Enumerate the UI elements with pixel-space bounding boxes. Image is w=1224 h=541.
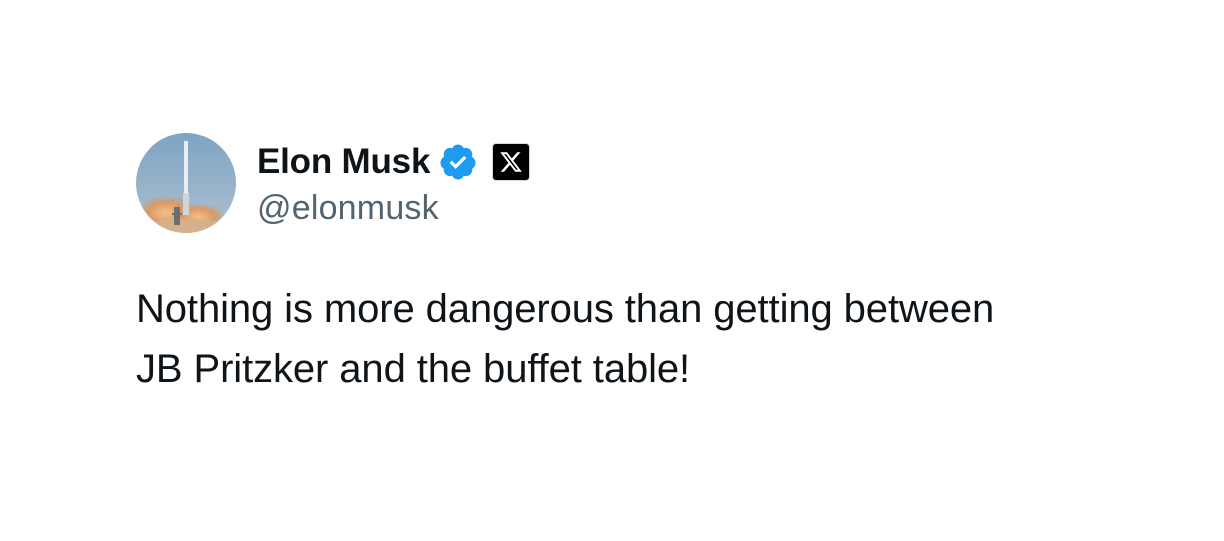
author-names: Elon Musk @elonmusk	[257, 139, 531, 228]
tweet-header: Elon Musk @elonmusk	[136, 133, 1136, 233]
tweet-card: Elon Musk @elonmusk Nothing is more dang…	[136, 133, 1136, 399]
author-display-name[interactable]: Elon Musk	[257, 142, 430, 182]
verified-badge-icon	[438, 142, 478, 182]
tweet-text: Nothing is more dangerous than getting b…	[136, 287, 995, 391]
avatar[interactable]	[136, 133, 236, 233]
author-handle[interactable]: @elonmusk	[257, 189, 530, 228]
rocket-launch-avatar-icon	[136, 133, 236, 233]
x-logo-icon	[492, 142, 531, 181]
name-row: Elon Musk	[257, 139, 531, 185]
